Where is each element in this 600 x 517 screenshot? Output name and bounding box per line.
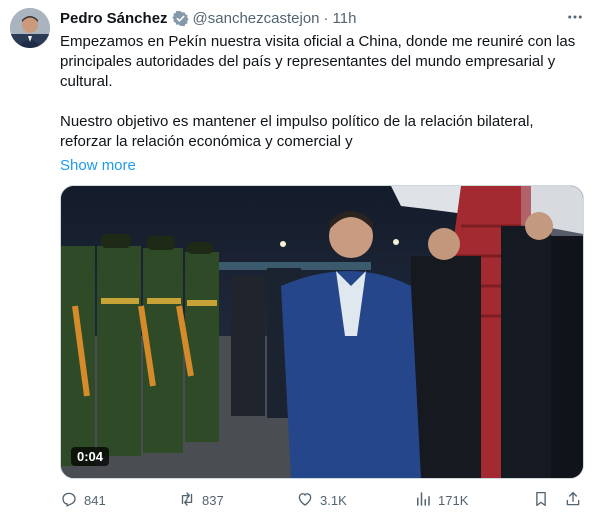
author-handle[interactable]: @sanchezcastejon (193, 10, 320, 27)
views-count: 171K (438, 492, 469, 508)
video-thumbnail (61, 186, 583, 478)
avatar[interactable] (10, 8, 50, 48)
tweet-card: Pedro Sánchez @sanchezcastejon · 11h Emp… (0, 0, 600, 517)
bookmark-button[interactable] (532, 490, 550, 511)
reply-count: 841 (84, 492, 106, 508)
tweet-paragraph-2: Nuestro objetivo es mantener el impulso … (60, 113, 534, 150)
reply-button[interactable]: 841 (60, 490, 106, 511)
views-chart-icon (414, 490, 432, 511)
more-horizontal-icon[interactable] (564, 6, 586, 28)
tweet-timestamp[interactable]: 11h (333, 10, 357, 27)
like-count: 3.1K (320, 492, 347, 508)
tweet-header: Pedro Sánchez @sanchezcastejon · 11h (60, 8, 560, 28)
heart-icon (296, 490, 314, 511)
views-button[interactable]: 171K (414, 490, 468, 511)
author-name[interactable]: Pedro Sánchez (60, 10, 168, 27)
repost-count: 837 (202, 492, 224, 508)
repost-icon (178, 490, 196, 511)
tweet-text: Empezamos en Pekín nuestra visita oficia… (60, 32, 585, 176)
video-player[interactable]: 0:04 (60, 185, 584, 479)
tweet-actions: 841 837 3.1K 171K (60, 488, 585, 512)
share-icon (564, 490, 582, 511)
bookmark-icon (532, 490, 550, 511)
share-button[interactable] (564, 490, 582, 511)
repost-button[interactable]: 837 (178, 490, 224, 511)
reply-icon (60, 490, 78, 511)
tweet-paragraph-1: Empezamos en Pekín nuestra visita oficia… (60, 33, 576, 90)
separator-dot: · (323, 9, 329, 27)
video-duration: 0:04 (71, 447, 110, 466)
verified-badge-icon (171, 10, 189, 27)
show-more-link[interactable]: Show more (60, 156, 136, 176)
like-button[interactable]: 3.1K (296, 490, 347, 511)
